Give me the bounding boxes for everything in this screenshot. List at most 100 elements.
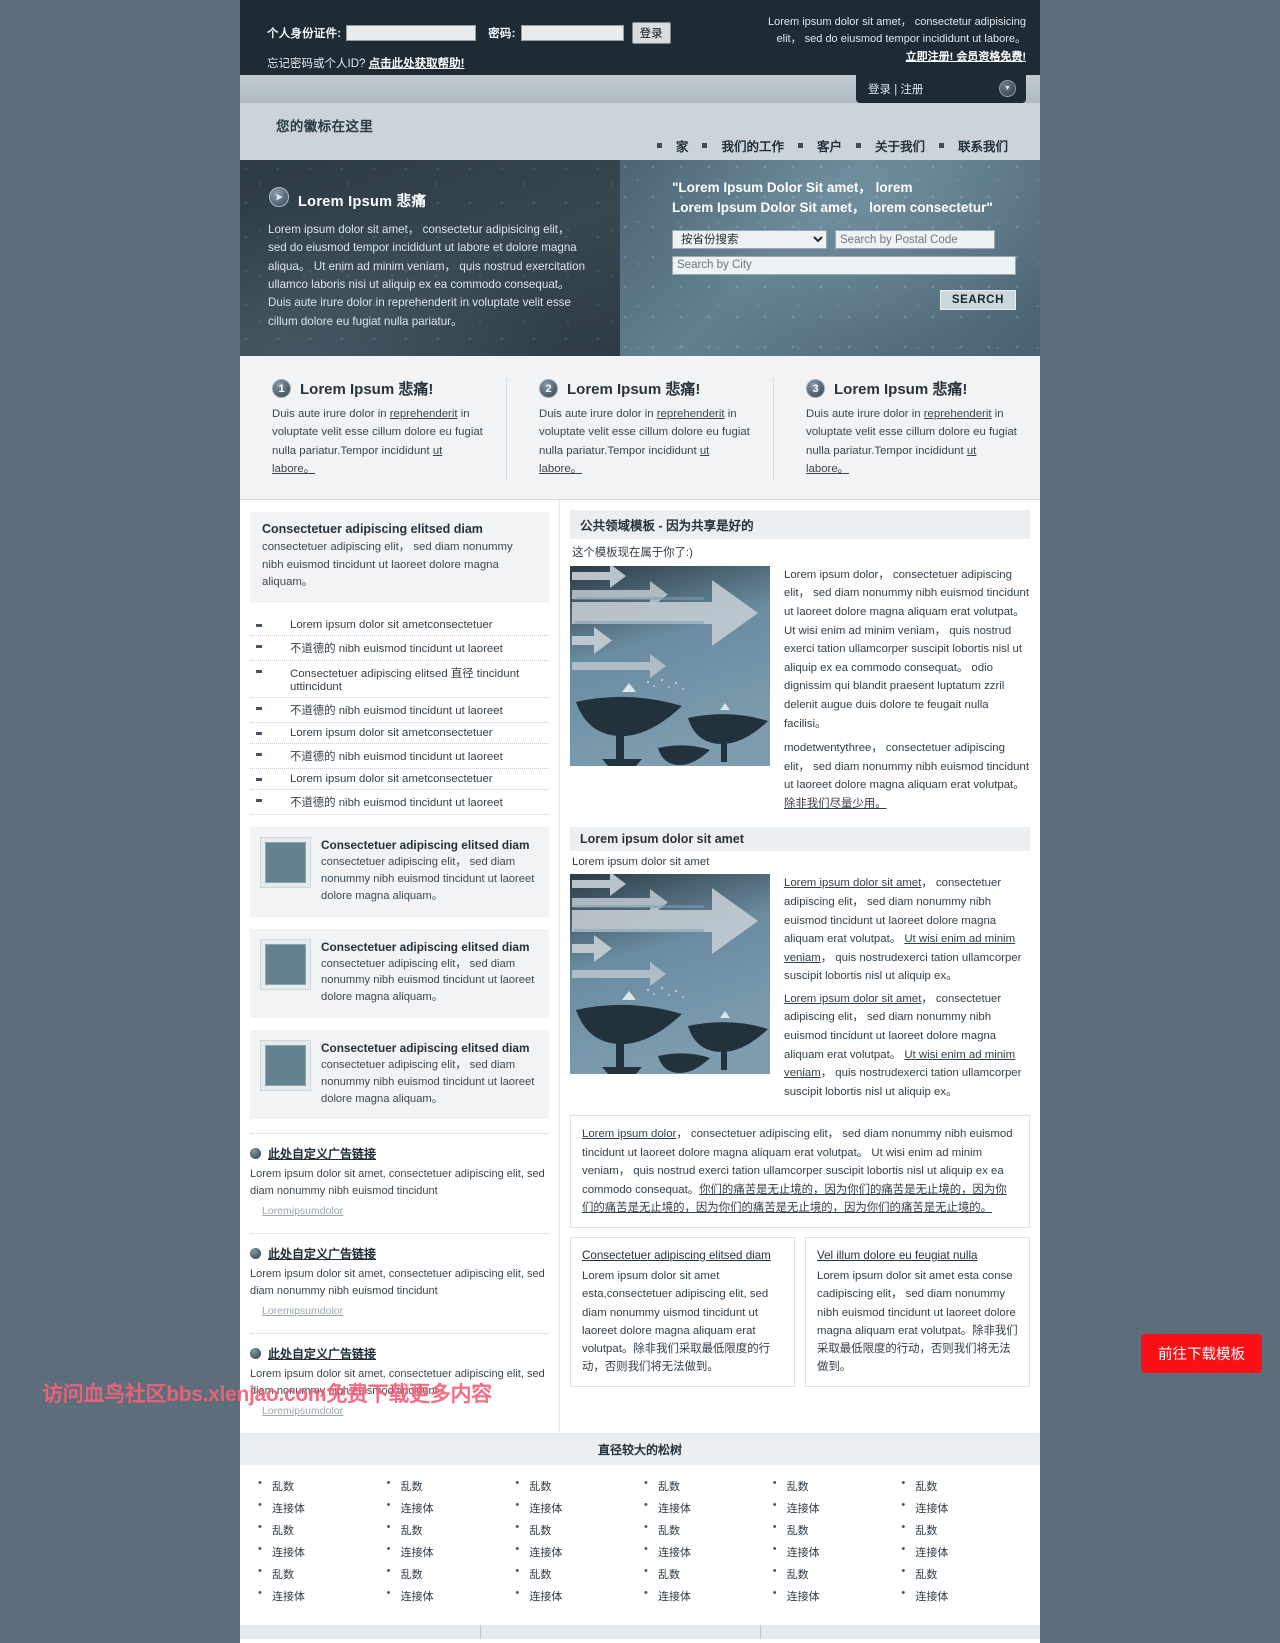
footer-link[interactable]: 连接体	[254, 1497, 383, 1519]
search-button[interactable]: SEARCH	[939, 289, 1016, 310]
footer-link[interactable]: 乱数	[254, 1563, 383, 1585]
article-1-link[interactable]: 除非我们尽量少用。	[784, 798, 887, 810]
footer-link[interactable]: 连接体	[769, 1497, 898, 1519]
promo-link-1[interactable]: reprehenderit	[924, 408, 992, 420]
footer-link[interactable]: 乱数	[769, 1563, 898, 1585]
main-content: Consectetuer adipiscing elitsed diam con…	[240, 499, 1040, 1434]
footer-link[interactable]: 乱数	[769, 1519, 898, 1541]
ad-small-link[interactable]: Loremipsumdolor	[262, 1305, 343, 1317]
nav-item-clients[interactable]: 客户	[803, 136, 856, 155]
footer-link[interactable]: 乱数	[897, 1563, 1026, 1585]
footer-link[interactable]: 乱数	[254, 1475, 383, 1497]
feature-card-body: consectetuer adipiscing elit， sed diam n…	[321, 1059, 535, 1105]
nav-item-home[interactable]: 家	[662, 136, 703, 155]
footer-link[interactable]: 连接体	[511, 1497, 640, 1519]
password-input[interactable]	[520, 25, 624, 41]
account-login-register-link[interactable]: 登录 | 注册	[868, 81, 923, 97]
footer-link[interactable]: 连接体	[769, 1541, 898, 1563]
duo-card-2: Vel illum dolore eu feugiat nulla Lorem …	[805, 1236, 1030, 1387]
footer-link[interactable]: 乱数	[640, 1563, 769, 1585]
article-1-subline: 这个模板现在属于你了:)	[572, 546, 693, 559]
nav-item-about-us[interactable]: 关于我们	[861, 136, 939, 155]
footer-link[interactable]: 乱数	[383, 1563, 512, 1585]
ad-link[interactable]: 此处自定义广告链接	[268, 1245, 376, 1262]
forgot-password-link[interactable]: 点击此处获取帮助!	[369, 58, 465, 70]
signup-promo-text: Lorem ipsum dolor sit amet， consectetur …	[767, 16, 1026, 46]
footer-link[interactable]: 连接体	[897, 1585, 1026, 1607]
footer-link[interactable]: 乱数	[511, 1475, 640, 1497]
footer-link[interactable]: 连接体	[383, 1497, 512, 1519]
footer-link[interactable]: 连接体	[383, 1585, 512, 1607]
promo-body: Duis aute irure dolor in reprehenderit i…	[272, 408, 483, 476]
note-link[interactable]: Lorem ipsum dolor	[582, 1128, 676, 1140]
footer-link[interactable]: 连接体	[254, 1585, 383, 1607]
account-tab[interactable]: 登录 | 注册 ▼	[856, 74, 1026, 103]
footer-links-section: 直径较大的松树 乱数 连接体 乱数 连接体 乱数 连接体 乱数 连接体 乱数 连…	[240, 1433, 1040, 1643]
article-2-link-3[interactable]: Lorem ipsum dolor sit amet	[784, 993, 921, 1005]
satellite-dish-photo	[570, 874, 770, 1075]
ad-link[interactable]: 此处自定义广告链接	[268, 1145, 376, 1162]
nav-item-our-work[interactable]: 我们的工作	[707, 136, 798, 155]
ad-link[interactable]: 此处自定义广告链接	[268, 1345, 376, 1362]
download-template-button[interactable]: 前往下载模板	[1141, 1334, 1262, 1373]
list-item[interactable]: 不道德的 nibh euismod tincidunt ut laoreet	[250, 790, 549, 816]
sidebar-intro-box: Consectetuer adipiscing elitsed diam con…	[250, 511, 549, 604]
footer-link[interactable]: 乱数	[511, 1563, 640, 1585]
promo-header: 2 Lorem Ipsum 悲痛!	[539, 378, 753, 399]
user-id-input[interactable]	[346, 25, 477, 41]
footer-link[interactable]: 连接体	[383, 1541, 512, 1563]
footer-link[interactable]: 乱数	[640, 1475, 769, 1497]
main-navigation: 家 我们的工作 客户 关于我们 联系我们	[656, 136, 1022, 155]
list-item[interactable]: Consectetuer adipiscing elitsed 直径 tinci…	[250, 661, 549, 699]
sidebar-link-list: Lorem ipsum dolor sit ametconsectetuer 不…	[250, 615, 549, 816]
promo-card-1: 1 Lorem Ipsum 悲痛! Duis aute irure dolor …	[240, 378, 506, 479]
footer-link[interactable]: 乱数	[640, 1519, 769, 1541]
footer-divider	[480, 1625, 481, 1640]
footer-link[interactable]: 连接体	[640, 1497, 769, 1519]
footer-link[interactable]: 连接体	[511, 1541, 640, 1563]
satellite-dish-photo	[570, 565, 770, 766]
list-item[interactable]: Lorem ipsum dolor sit ametconsectetuer	[250, 615, 549, 637]
site-logo: 您的徽标在这里	[276, 119, 374, 134]
footer-link[interactable]: 连接体	[254, 1541, 383, 1563]
list-item[interactable]: 不道德的 nibh euismod tincidunt ut laoreet	[250, 698, 549, 724]
footer-link[interactable]: 连接体	[640, 1541, 769, 1563]
city-input[interactable]	[672, 255, 1016, 275]
province-select[interactable]: 按省份搜索	[672, 230, 827, 250]
chevron-down-icon[interactable]: ▼	[999, 80, 1016, 97]
footer-link[interactable]: 乱数	[254, 1519, 383, 1541]
list-item[interactable]: Lorem ipsum dolor sit ametconsectetuer	[250, 723, 549, 745]
footer-link[interactable]: 连接体	[640, 1585, 769, 1607]
search-row-top: 按省份搜索	[672, 230, 1016, 250]
promo-link-1[interactable]: reprehenderit	[657, 408, 725, 420]
signup-promo-link[interactable]: 立即注册! 会员资格免费!	[766, 49, 1026, 66]
promo-title: Lorem Ipsum 悲痛!	[300, 381, 434, 398]
list-item[interactable]: 不道德的 nibh euismod tincidunt ut laoreet	[250, 744, 549, 770]
footer-link[interactable]: 乱数	[897, 1519, 1026, 1541]
promo-link-1[interactable]: reprehenderit	[390, 408, 458, 420]
ad-small-link[interactable]: Loremipsumdolor	[262, 1205, 343, 1217]
article-1-body: Lorem ipsum dolor， consectetuer adipisci…	[784, 568, 1030, 730]
footer-link[interactable]: 乱数	[511, 1519, 640, 1541]
footer-column: 乱数 连接体 乱数 连接体 乱数 连接体	[254, 1475, 383, 1607]
search-button-wrap: SEARCH	[620, 289, 1016, 310]
play-icon: ➤	[269, 187, 289, 207]
footer-link[interactable]: 乱数	[769, 1475, 898, 1497]
footer-link[interactable]: 乱数	[383, 1519, 512, 1541]
article-2-link-1[interactable]: Lorem ipsum dolor sit amet	[784, 877, 921, 889]
footer-link[interactable]: 连接体	[897, 1541, 1026, 1563]
footer-link[interactable]: 连接体	[511, 1585, 640, 1607]
nav-item-contact-us[interactable]: 联系我们	[944, 136, 1022, 155]
footer-link[interactable]: 乱数	[897, 1475, 1026, 1497]
footer-link[interactable]: 连接体	[769, 1585, 898, 1607]
thumbnail-image	[260, 938, 311, 990]
postal-code-input[interactable]	[835, 230, 995, 250]
footer-link[interactable]: 连接体	[897, 1497, 1026, 1519]
list-item[interactable]: Lorem ipsum dolor sit ametconsectetuer	[250, 769, 549, 791]
login-submit-button[interactable]: 登录	[631, 22, 671, 44]
list-item[interactable]: 不道德的 nibh euismod tincidunt ut laoreet	[250, 636, 549, 662]
login-form: 个人身份证件: 密码: 登录	[267, 22, 671, 44]
hero-quote-line2: Lorem Ipsum Dolor Sit amet， lorem consec…	[672, 199, 993, 215]
footer-link[interactable]: 乱数	[383, 1475, 512, 1497]
thumbnail-image	[260, 1040, 311, 1091]
